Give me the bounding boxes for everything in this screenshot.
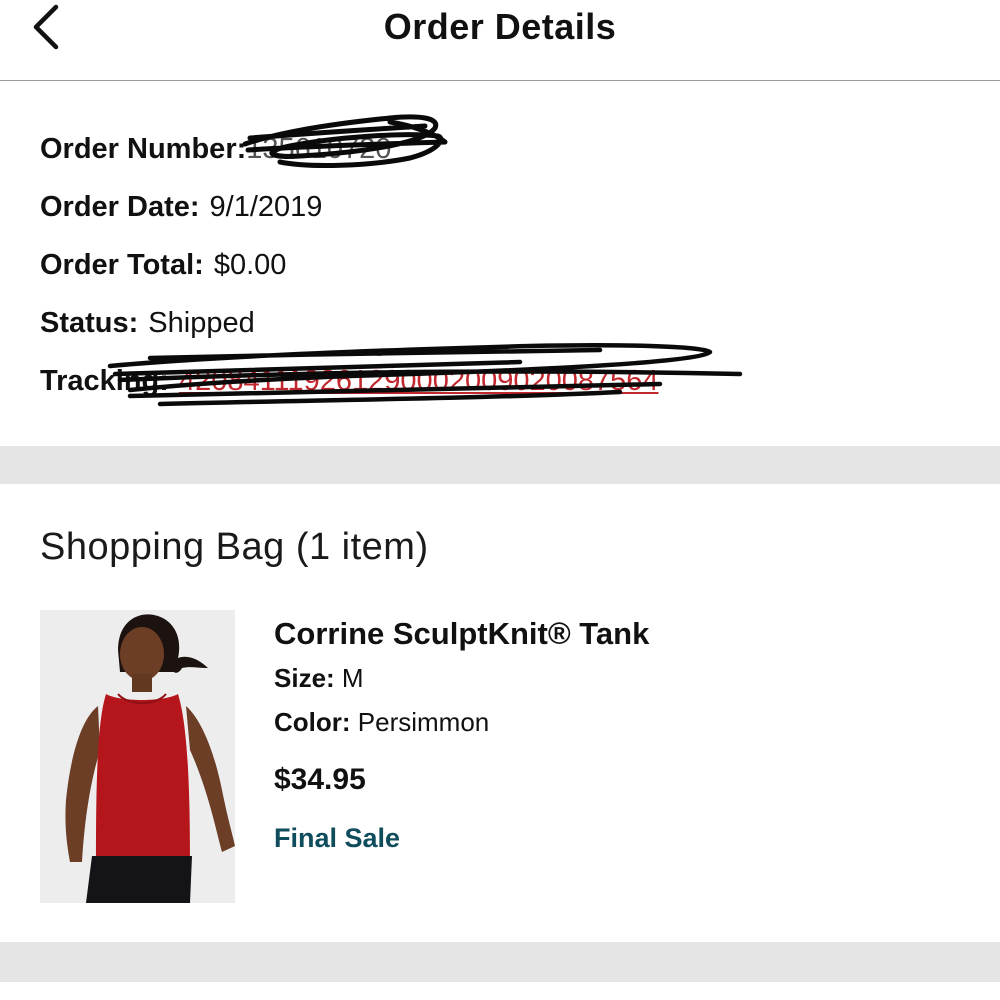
status-label: Status: <box>40 307 139 339</box>
tracking-row: Tracking: 420841119261290002009020087564 <box>40 343 940 420</box>
status-row: Status: Shipped <box>40 304 940 362</box>
section-divider <box>0 446 1000 484</box>
product-price: $34.95 <box>274 763 366 796</box>
size-value: M <box>341 663 364 693</box>
color-label: Color: <box>274 707 351 737</box>
order-total-value: $0.00 <box>213 249 287 281</box>
section-divider <box>0 942 1000 982</box>
app-header: Order Details <box>0 0 1000 81</box>
page-title: Order Details <box>383 6 617 47</box>
order-number-value: 135610720 <box>246 133 392 165</box>
size-label: Size: <box>274 663 335 693</box>
order-total-label: Order Total: <box>40 249 204 281</box>
color-value: Persimmon <box>357 707 490 737</box>
order-details-page: Order Details Order Number:135610720 Ord… <box>0 0 1000 1000</box>
tracking-link[interactable]: 420841119261290002009020087564 <box>179 365 659 397</box>
product-color: Color: Persimmon <box>274 700 649 744</box>
status-value: Shipped <box>148 307 255 339</box>
model-tank-photo <box>40 610 235 903</box>
final-sale-badge: Final Sale <box>274 823 401 853</box>
order-date-value: 9/1/2019 <box>209 191 323 223</box>
shopping-bag-title: Shopping Bag (1 item) <box>40 526 429 568</box>
order-date-label: Order Date: <box>40 191 200 223</box>
tracking-label: Tracking: <box>40 365 169 397</box>
product-size: Size: M <box>274 656 649 700</box>
product-image[interactable] <box>40 610 235 903</box>
order-number-label: Order Number: <box>40 133 247 165</box>
order-date-row: Order Date: 9/1/2019 <box>40 188 940 246</box>
product-details: Corrine SculptKnit® Tank Size: M Color: … <box>274 612 649 858</box>
order-number-row: Order Number:135610720 <box>40 114 940 188</box>
order-total-row: Order Total: $0.00 <box>40 246 940 304</box>
product-name[interactable]: Corrine SculptKnit® Tank <box>274 612 649 656</box>
order-summary: Order Number:135610720 Order Date: 9/1/20… <box>40 114 940 420</box>
